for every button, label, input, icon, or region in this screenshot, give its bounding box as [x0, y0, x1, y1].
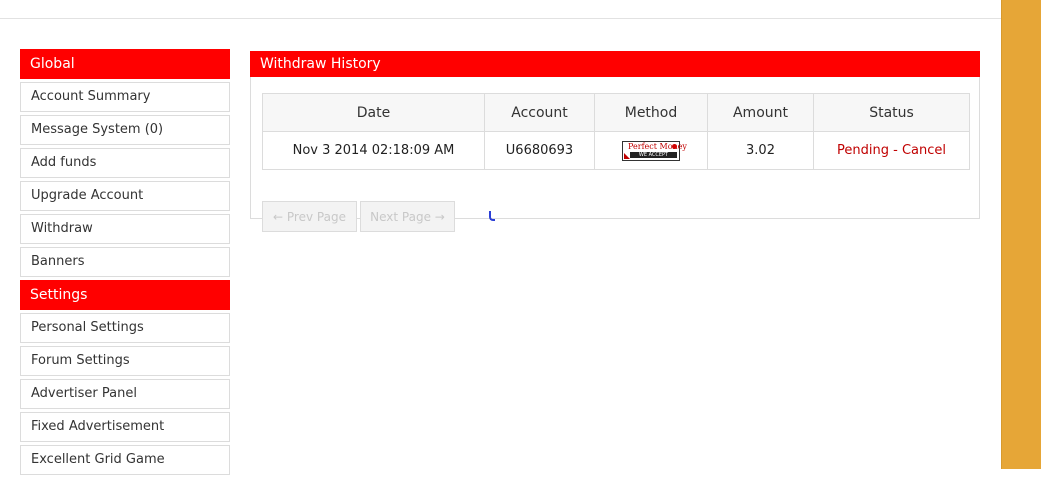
sidebar-item-account-summary[interactable]: Account Summary	[20, 82, 230, 112]
cell-date: Nov 3 2014 02:18:09 AM	[262, 131, 485, 170]
perfect-money-logo: Perfect Money WE ACCEPT	[622, 140, 687, 161]
withdraw-history-table: Date Account Method Amount Status Nov 3 …	[262, 93, 970, 170]
sidebar-item-forum-settings[interactable]: Forum Settings	[20, 346, 230, 376]
sidebar-item-fixed-advertisement[interactable]: Fixed Advertisement	[20, 412, 230, 442]
cancel-link[interactable]: Cancel	[902, 143, 946, 158]
prev-page-button[interactable]: ← Prev Page	[262, 201, 357, 232]
sidebar-item-banners[interactable]: Banners	[20, 247, 230, 277]
cell-status: Pending - Cancel	[813, 131, 970, 170]
sidebar: Global Account Summary Message System (0…	[20, 49, 230, 478]
top-bar	[0, 0, 1001, 19]
right-edge-bar	[1001, 0, 1041, 469]
status-separator: -	[888, 143, 902, 158]
logo-dot-icon	[672, 143, 677, 149]
column-header-account: Account	[484, 93, 595, 132]
pagination: ← Prev Page Next Page →	[262, 201, 458, 232]
sidebar-item-message-system[interactable]: Message System (0)	[20, 115, 230, 145]
next-page-button[interactable]: Next Page →	[360, 201, 455, 232]
sidebar-item-withdraw[interactable]: Withdraw	[20, 214, 230, 244]
status-pending: Pending	[837, 143, 889, 158]
sidebar-item-excellent-grid-game[interactable]: Excellent Grid Game	[20, 445, 230, 475]
sidebar-item-advertiser-panel[interactable]: Advertiser Panel	[20, 379, 230, 409]
withdraw-history-section: Withdraw History Date Account Method Amo…	[250, 51, 980, 232]
perfect-money-logo-title: Perfect Money	[628, 141, 687, 151]
cell-method: Perfect Money WE ACCEPT	[594, 131, 708, 170]
column-header-status: Status	[813, 93, 970, 132]
column-header-method: Method	[594, 93, 708, 132]
column-header-amount: Amount	[707, 93, 814, 132]
sidebar-item-add-funds[interactable]: Add funds	[20, 148, 230, 178]
cell-amount: 3.02	[707, 131, 814, 170]
withdraw-history-panel: Date Account Method Amount Status Nov 3 …	[250, 77, 980, 232]
table-header-row: Date Account Method Amount Status	[262, 93, 970, 132]
perfect-money-logo-subtitle: WE ACCEPT	[630, 151, 677, 158]
stray-mark	[489, 211, 495, 221]
sidebar-heading-settings: Settings	[20, 280, 230, 310]
table-row: Nov 3 2014 02:18:09 AM U6680693 Perfect …	[262, 131, 970, 170]
sidebar-heading-global: Global	[20, 49, 230, 79]
page-title: Withdraw History	[250, 51, 980, 77]
sidebar-item-upgrade-account[interactable]: Upgrade Account	[20, 181, 230, 211]
column-header-date: Date	[262, 93, 485, 132]
cell-account: U6680693	[484, 131, 595, 170]
sidebar-item-personal-settings[interactable]: Personal Settings	[20, 313, 230, 343]
